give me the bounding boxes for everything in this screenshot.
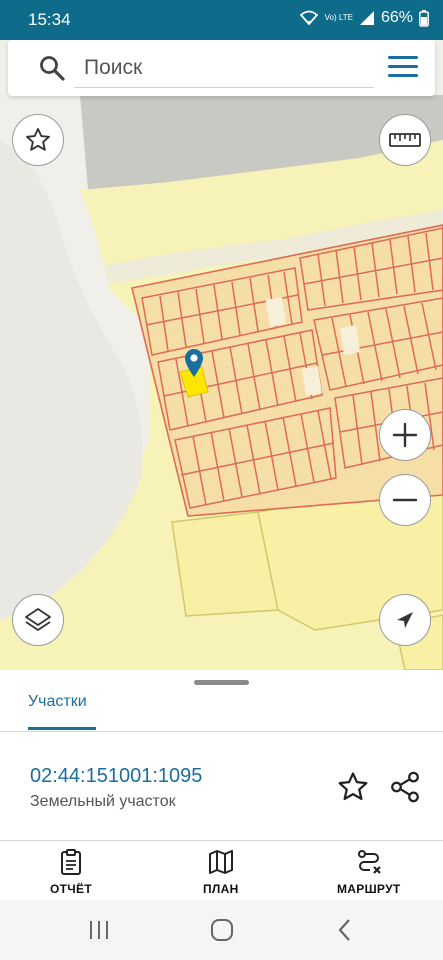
share-icon[interactable]: [388, 770, 422, 804]
battery-percent: 66%: [380, 9, 413, 26]
tab-parcels-label: Участки: [28, 693, 87, 710]
search-bar: [8, 40, 435, 96]
battery-icon: [419, 9, 429, 27]
cadastral-number[interactable]: 02:44:151001:1095: [30, 765, 202, 788]
layers-icon: [25, 608, 51, 631]
favorites-button[interactable]: [12, 114, 64, 166]
recent-apps-icon[interactable]: [84, 916, 114, 944]
search-icon[interactable]: [38, 54, 66, 82]
location-arrow-icon: [397, 612, 413, 628]
zoom-out-button[interactable]: [379, 474, 431, 526]
map-icon: [208, 850, 233, 874]
tab-parcels[interactable]: Участки: [28, 692, 96, 732]
map-view[interactable]: [0, 40, 443, 670]
route-button[interactable]: МАРШРУТ: [337, 848, 400, 896]
signal-icon: [359, 11, 374, 25]
my-location-button[interactable]: [379, 594, 431, 646]
network-label: Vo) LTE: [324, 13, 353, 22]
wifi-icon: [299, 10, 318, 26]
parcel-type: Земельный участок: [30, 793, 176, 810]
home-icon[interactable]: [207, 916, 237, 944]
route-icon: [357, 850, 381, 874]
measure-button[interactable]: [379, 114, 431, 166]
report-button[interactable]: ОТЧЁТ: [50, 848, 92, 896]
ruler-icon: [389, 133, 421, 147]
star-icon: [26, 127, 50, 151]
status-icons: Vo) LTE 66%: [299, 9, 429, 27]
zoom-in-button[interactable]: [379, 409, 431, 461]
map-canvas[interactable]: [0, 40, 443, 670]
menu-icon[interactable]: [388, 56, 420, 80]
plan-label: ПЛАН: [203, 882, 239, 896]
clipboard-icon: [60, 849, 81, 875]
sheet-handle[interactable]: [194, 680, 249, 685]
divider: [0, 840, 443, 841]
plan-button[interactable]: ПЛАН: [203, 848, 239, 896]
zoom-out-icon: [392, 498, 418, 502]
back-icon[interactable]: [330, 916, 360, 944]
search-input[interactable]: [74, 48, 374, 88]
map-pin-icon[interactable]: [184, 348, 204, 378]
system-nav-bar: [0, 900, 443, 960]
tab-underline: [28, 727, 96, 730]
status-time: 15:34: [28, 10, 71, 29]
report-label: ОТЧЁТ: [50, 882, 92, 896]
zoom-in-icon: [392, 422, 418, 448]
status-bar: 15:34 Vo) LTE 66%: [0, 0, 443, 40]
action-bar: ОТЧЁТ ПЛАН МАРШРУТ: [0, 842, 443, 900]
star-icon[interactable]: [336, 770, 370, 804]
layers-button[interactable]: [12, 594, 64, 646]
divider: [0, 731, 443, 732]
route-label: МАРШРУТ: [337, 882, 401, 896]
